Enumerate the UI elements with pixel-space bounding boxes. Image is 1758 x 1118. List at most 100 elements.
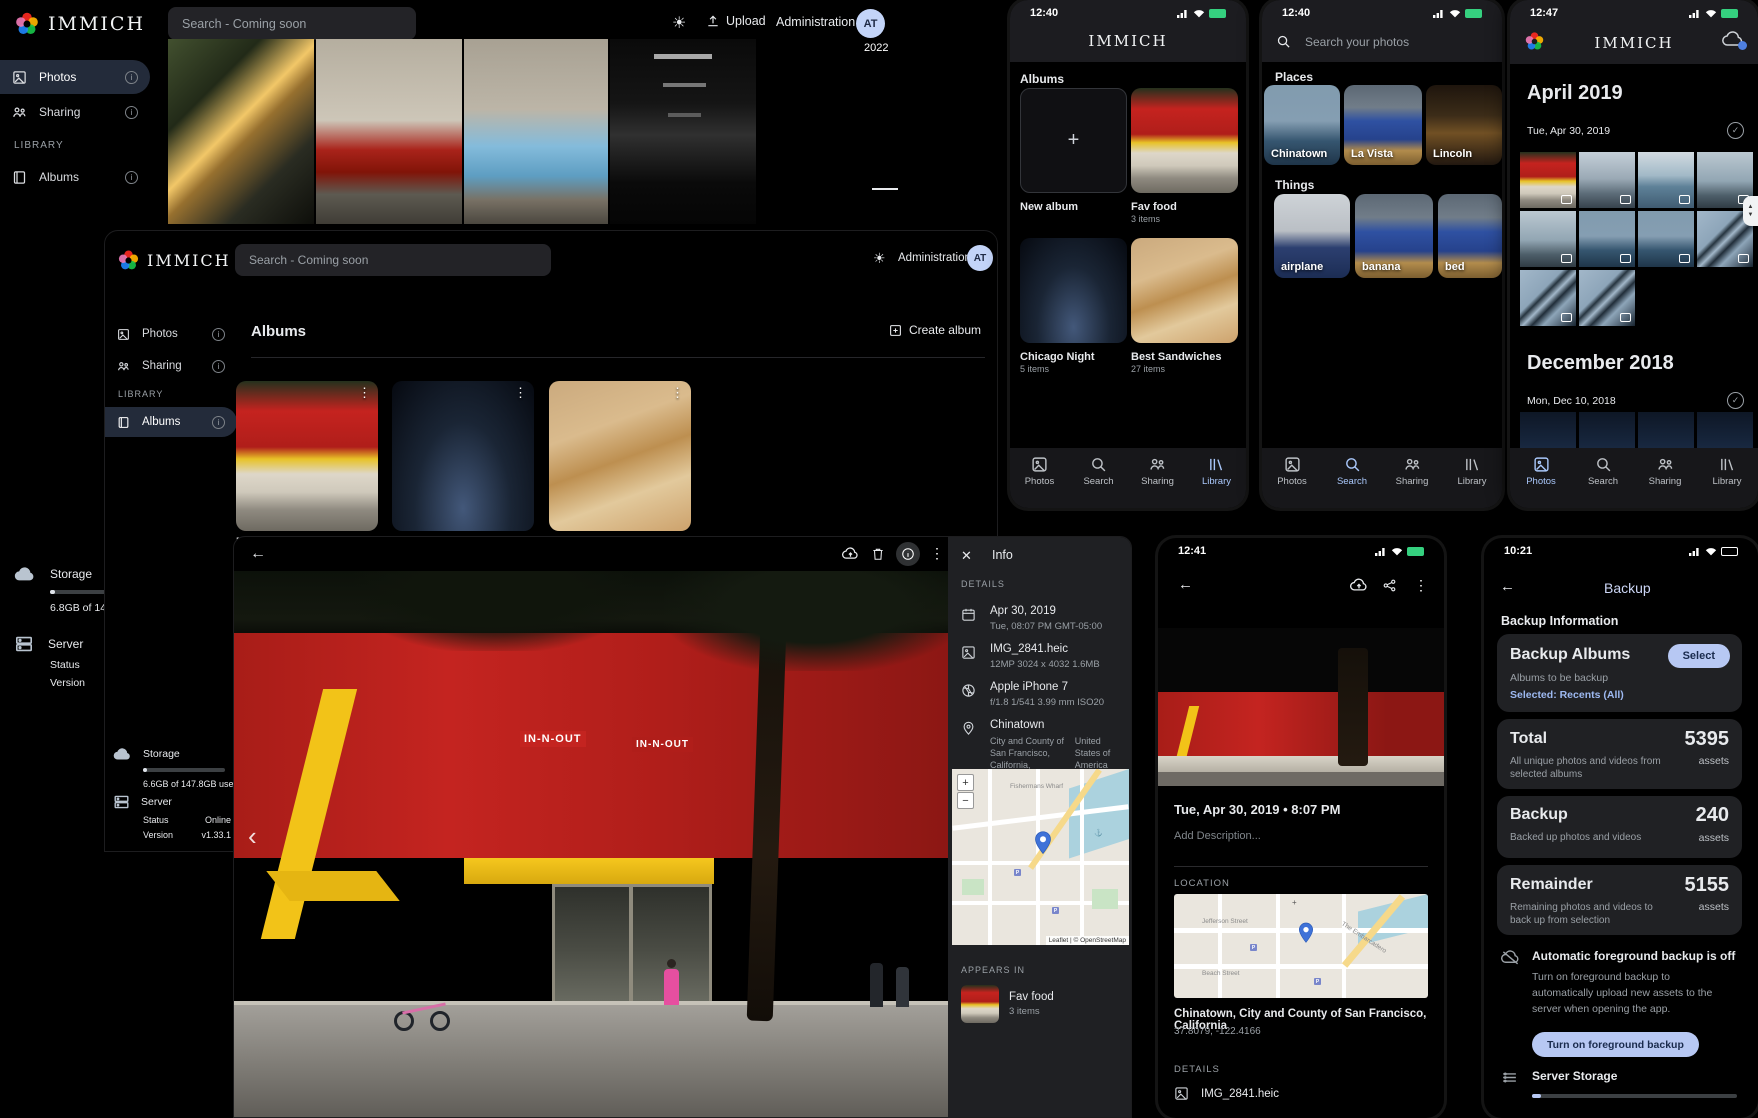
nav-tab-search[interactable]: Search — [1576, 456, 1630, 487]
photo-thumbnail[interactable] — [610, 39, 756, 224]
create-album-button[interactable]: Create album — [889, 323, 981, 337]
map-zoom-in-button[interactable]: + — [957, 774, 974, 791]
nav-tab-sharing[interactable]: Sharing — [1131, 456, 1185, 487]
photo-thumbnail[interactable] — [1579, 211, 1635, 267]
place-card[interactable]: Chinatown — [1264, 85, 1340, 165]
share-icon[interactable] — [1382, 578, 1397, 593]
cloud-sync-icon[interactable] — [1722, 31, 1744, 48]
photo-thumbnail[interactable] — [1520, 211, 1576, 267]
album-card[interactable] — [1131, 88, 1238, 193]
album-menu-button[interactable]: ⋮ — [671, 386, 684, 399]
administration-link[interactable]: Administration — [898, 252, 971, 264]
sidebar-item-sharing[interactable]: Sharingi — [105, 351, 237, 381]
delete-icon[interactable] — [871, 547, 885, 561]
theme-toggle-button[interactable]: ☀ — [672, 13, 686, 33]
album-card[interactable] — [1131, 238, 1238, 343]
nav-tab-photos[interactable]: Photos — [1265, 456, 1319, 487]
nav-tab-library[interactable]: Library — [1445, 456, 1499, 487]
select-albums-button[interactable]: Select — [1668, 644, 1730, 668]
cloud-upload-icon[interactable] — [1350, 578, 1368, 592]
place-card[interactable]: Lincoln — [1426, 85, 1502, 165]
photo-thumbnail[interactable] — [1697, 412, 1753, 448]
location-map[interactable]: Jefferson Street Beach Street The Embarc… — [1174, 894, 1428, 998]
photo-thumbnail[interactable] — [1638, 412, 1694, 448]
nav-tab-search[interactable]: Search — [1072, 456, 1126, 487]
sidebar-item-photos[interactable]: Photosi — [0, 60, 150, 94]
photo-thumbnail[interactable] — [1638, 211, 1694, 267]
timeline-scrubber[interactable] — [872, 188, 898, 190]
photo-thumbnail[interactable] — [464, 39, 608, 224]
photo-thumbnail[interactable] — [1579, 152, 1635, 208]
more-menu-button[interactable]: ⋮ — [1414, 578, 1428, 592]
location-map[interactable]: Fishermans Wharf P P ⚓ + − Leaflet | © O… — [952, 769, 1129, 945]
nav-tab-search[interactable]: Search — [1325, 456, 1379, 487]
info-icon[interactable]: i — [212, 416, 225, 429]
appears-in-album-row[interactable]: Fav food 3 items — [961, 985, 1054, 1023]
photo-thumbnail[interactable] — [1520, 152, 1576, 208]
sidebar-label: Albums — [142, 416, 180, 428]
album-card[interactable]: ⋮ — [549, 381, 691, 531]
photo-main[interactable]: IN-N-OUT IN-N-OUT ‹ — [234, 571, 948, 1118]
thing-card[interactable]: bed — [1438, 194, 1502, 278]
more-menu-button[interactable]: ⋮ — [930, 546, 944, 560]
photo-thumbnail[interactable] — [1520, 412, 1576, 448]
new-album-card[interactable]: + — [1020, 88, 1127, 193]
close-info-button[interactable]: ✕ — [961, 548, 972, 564]
description-input[interactable]: Add Description... — [1174, 830, 1261, 842]
nav-tab-library[interactable]: Library — [1700, 456, 1754, 487]
sidebar-item-albums[interactable]: Albumsi — [0, 160, 150, 194]
album-menu-button[interactable]: ⋮ — [358, 386, 371, 399]
search-bar[interactable]: Search your photos — [1276, 34, 1409, 49]
nav-tab-photos[interactable]: Photos — [1013, 456, 1067, 487]
upload-button[interactable]: Upload — [706, 14, 766, 28]
album-menu-button[interactable]: ⋮ — [514, 386, 527, 399]
map-zoom-out-button[interactable]: − — [957, 792, 974, 809]
cloud-upload-icon[interactable] — [842, 547, 859, 560]
user-avatar[interactable]: AT — [967, 245, 993, 271]
nav-tab-sharing[interactable]: Sharing — [1385, 456, 1439, 487]
place-card[interactable]: La Vista — [1344, 85, 1422, 165]
photo-thumbnail[interactable] — [316, 39, 462, 224]
info-icon[interactable]: i — [125, 106, 138, 119]
administration-link[interactable]: Administration — [776, 15, 855, 29]
search-input[interactable]: Search - Coming soon — [168, 7, 416, 40]
back-button[interactable]: ← — [1178, 576, 1193, 593]
turn-on-foreground-backup-button[interactable]: Turn on foreground backup — [1532, 1032, 1699, 1057]
previous-photo-button[interactable]: ‹ — [248, 821, 257, 852]
back-button[interactable]: ← — [250, 545, 266, 563]
photo-thumbnail[interactable] — [168, 39, 314, 224]
search-input[interactable]: Search - Coming soon — [235, 244, 551, 276]
album-name[interactable]: Chicago Night — [1020, 351, 1095, 363]
select-day-checkbox[interactable]: ✓ — [1727, 122, 1744, 139]
theme-toggle-button[interactable]: ☀ — [873, 250, 886, 267]
info-button-active[interactable] — [896, 542, 920, 566]
thing-card[interactable]: airplane — [1274, 194, 1350, 278]
user-avatar[interactable]: AT — [856, 9, 885, 38]
info-icon[interactable]: i — [212, 328, 225, 341]
photo-thumbnail[interactable] — [1579, 412, 1635, 448]
timeline-scrubber-handle[interactable]: ▲ ▼ — [1743, 196, 1758, 226]
photo-thumbnail[interactable] — [1638, 152, 1694, 208]
select-day-checkbox[interactable]: ✓ — [1727, 392, 1744, 409]
album-card[interactable] — [1020, 238, 1127, 343]
album-card[interactable]: ⋮ — [392, 381, 534, 531]
photo-preview[interactable] — [1158, 628, 1444, 786]
info-icon[interactable]: i — [125, 71, 138, 84]
sidebar-item-photos[interactable]: Photosi — [105, 319, 237, 349]
sidebar-item-sharing[interactable]: Sharingi — [0, 95, 150, 129]
sidebar-item-albums[interactable]: Albums i — [105, 407, 237, 437]
photo-thumbnail[interactable] — [1520, 270, 1576, 326]
info-icon[interactable]: i — [212, 360, 225, 373]
nav-tab-photos[interactable]: Photos — [1514, 456, 1568, 487]
nav-tab-library[interactable]: Library — [1190, 456, 1244, 487]
album-name[interactable]: Fav food — [1131, 201, 1177, 213]
thing-card[interactable]: banana — [1355, 194, 1433, 278]
album-name[interactable]: Best Sandwiches — [1131, 351, 1221, 363]
info-icon[interactable]: i — [125, 171, 138, 184]
album-card[interactable]: ⋮ — [236, 381, 378, 531]
back-button[interactable]: ← — [1500, 578, 1515, 595]
photo-thumbnail[interactable] — [1579, 270, 1635, 326]
nav-tab-sharing[interactable]: Sharing — [1638, 456, 1692, 487]
map-attribution[interactable]: Leaflet | © OpenStreetMap — [1046, 936, 1129, 945]
nav-label: Search — [1083, 476, 1113, 487]
